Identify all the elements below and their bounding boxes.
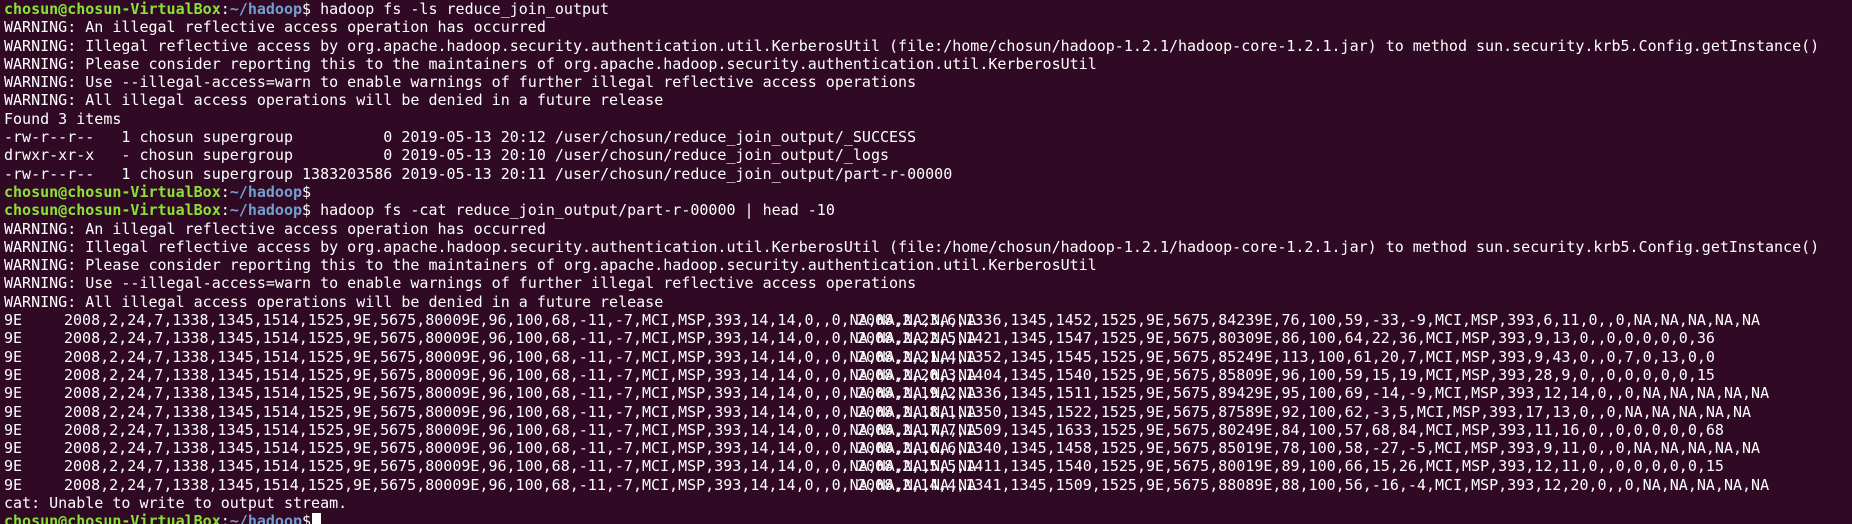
row-left-record: 2008,2,24,7,1338,1345,1514,1525,9E,5675,… [64, 347, 977, 366]
data-row: 9E 2008,2,24,7,1338,1345,1514,1525,9E,567… [4, 329, 1852, 347]
row-left-record: 2008,2,24,7,1338,1345,1514,1525,9E,5675,… [64, 311, 977, 330]
prompt-user-host: chosun@chosun-VirtualBox [4, 201, 221, 220]
prompt-user-host: chosun@chosun-VirtualBox [4, 0, 221, 18]
prompt-line-empty: chosun@chosun-VirtualBox:~/hadoop$ [4, 183, 1852, 201]
row-right-record: 2008,2,20,3,1404,1345,1540,1525,9E,5675,… [857, 365, 1715, 384]
row-key: 9E [4, 475, 23, 494]
terminal-window[interactable]: chosun@chosun-VirtualBox:~/hadoop$ hadoo… [0, 0, 1852, 524]
row-right-record: 2008,2,19,2,1336,1345,1511,1525,9E,5675,… [857, 384, 1770, 403]
prompt-symbol: $ [302, 201, 312, 220]
prompt-path: ~/hadoop [229, 182, 303, 201]
row-left-record: 2008,2,24,7,1338,1345,1514,1525,9E,5675,… [64, 420, 977, 439]
warning-line: WARNING: Illegal reflective access by or… [4, 36, 1820, 55]
data-row: 9E 2008,2,24,7,1338,1345,1514,1525,9E,567… [4, 366, 1852, 384]
row-right-record: 2008,2,23,6,1336,1345,1452,1525,9E,5675,… [857, 311, 1761, 330]
command-text: hadoop fs -cat reduce_join_output/part-r… [311, 201, 835, 220]
prompt-symbol: $ [302, 182, 312, 201]
prompt-line-cat: chosun@chosun-VirtualBox:~/hadoop$ hadoo… [4, 201, 1852, 219]
data-row: 9E 2008,2,24,7,1338,1345,1514,1525,9E,567… [4, 439, 1852, 457]
row-right-record: 2008,2,15,5,1411,1345,1540,1525,9E,5675,… [857, 457, 1724, 476]
data-row: 9E 2008,2,24,7,1338,1345,1514,1525,9E,567… [4, 384, 1852, 402]
data-row: 9E 2008,2,24,7,1338,1345,1514,1525,9E,567… [4, 421, 1852, 439]
prompt-colon: : [220, 201, 230, 220]
row-left-record: 2008,2,24,7,1338,1345,1514,1525,9E,5675,… [64, 457, 977, 476]
row-right-record: 2008,2,16,6,1340,1345,1458,1525,9E,5675,… [857, 439, 1761, 458]
warning-line: WARNING: Please consider reporting this … [4, 54, 1097, 73]
prompt-path: ~/hadoop [229, 0, 303, 18]
ls-entry-line: drwxr-xr-x - chosun supergroup 0 2019-05… [4, 146, 890, 165]
row-key: 9E [4, 311, 23, 330]
text-cursor [312, 513, 322, 524]
data-row: 9E 2008,2,24,7,1338,1345,1514,1525,9E,567… [4, 457, 1852, 475]
row-key: 9E [4, 457, 23, 476]
row-right-record: 2008,2,17,7,1509,1345,1633,1525,9E,5675,… [857, 420, 1724, 439]
prompt-line-current[interactable]: chosun@chosun-VirtualBox:~/hadoop$ [4, 512, 1852, 524]
warning-line: WARNING: All illegal access operations w… [4, 91, 664, 110]
warning-line: WARNING: An illegal reflective access op… [4, 219, 546, 238]
row-right-record: 2008,2,14,4,1341,1345,1509,1525,9E,5675,… [857, 475, 1770, 494]
found-items-line: Found 3 items [4, 109, 122, 128]
ls-entry-line: -rw-r--r-- 1 chosun supergroup 0 2019-05… [4, 128, 917, 147]
prompt-path: ~/hadoop [229, 512, 303, 524]
prompt-user-host: chosun@chosun-VirtualBox [4, 512, 221, 524]
prompt-user-host: chosun@chosun-VirtualBox [4, 182, 221, 201]
row-key: 9E [4, 402, 23, 421]
row-left-record: 2008,2,24,7,1338,1345,1514,1525,9E,5675,… [64, 365, 977, 384]
prompt-line-ls: chosun@chosun-VirtualBox:~/hadoop$ hadoo… [4, 0, 1852, 18]
data-row: 9E 2008,2,24,7,1338,1345,1514,1525,9E,567… [4, 348, 1852, 366]
ls-entry-line: -rw-r--r-- 1 chosun supergroup 138320358… [4, 164, 953, 183]
prompt-colon: : [220, 0, 230, 18]
data-row: 9E 2008,2,24,7,1338,1345,1514,1525,9E,567… [4, 403, 1852, 421]
row-left-record: 2008,2,24,7,1338,1345,1514,1525,9E,5675,… [64, 329, 977, 348]
cat-error-line: cat: Unable to write to output stream. [4, 494, 348, 513]
row-key: 9E [4, 420, 23, 439]
warning-line: WARNING: Illegal reflective access by or… [4, 237, 1820, 256]
prompt-symbol: $ [302, 512, 312, 524]
row-left-record: 2008,2,24,7,1338,1345,1514,1525,9E,5675,… [64, 402, 977, 421]
prompt-symbol: $ [302, 0, 312, 18]
row-key: 9E [4, 439, 23, 458]
row-key: 9E [4, 329, 23, 348]
data-row: 9E 2008,2,24,7,1338,1345,1514,1525,9E,567… [4, 311, 1852, 329]
row-key: 9E [4, 365, 23, 384]
row-left-record: 2008,2,24,7,1338,1345,1514,1525,9E,5675,… [64, 475, 977, 494]
warning-line: WARNING: Use --illegal-access=warn to en… [4, 73, 917, 92]
row-right-record: 2008,2,22,5,1421,1345,1547,1525,9E,5675,… [857, 329, 1715, 348]
row-left-record: 2008,2,24,7,1338,1345,1514,1525,9E,5675,… [64, 439, 977, 458]
command-text: hadoop fs -ls reduce_join_output [311, 0, 610, 18]
prompt-path: ~/hadoop [229, 201, 303, 220]
data-row: 9E 2008,2,24,7,1338,1345,1514,1525,9E,567… [4, 476, 1852, 494]
row-key: 9E [4, 384, 23, 403]
prompt-colon: : [220, 182, 230, 201]
warning-line: WARNING: Please consider reporting this … [4, 256, 1097, 275]
warning-line: WARNING: An illegal reflective access op… [4, 18, 546, 37]
row-key: 9E [4, 347, 23, 366]
row-right-record: 2008,2,18,1,1350,1345,1522,1525,9E,5675,… [857, 402, 1752, 421]
warning-line: WARNING: All illegal access operations w… [4, 292, 664, 311]
warning-line: WARNING: Use --illegal-access=warn to en… [4, 274, 917, 293]
row-left-record: 2008,2,24,7,1338,1345,1514,1525,9E,5675,… [64, 384, 977, 403]
row-right-record: 2008,2,21,4,1352,1345,1545,1525,9E,5675,… [857, 347, 1715, 366]
prompt-colon: : [220, 512, 230, 524]
